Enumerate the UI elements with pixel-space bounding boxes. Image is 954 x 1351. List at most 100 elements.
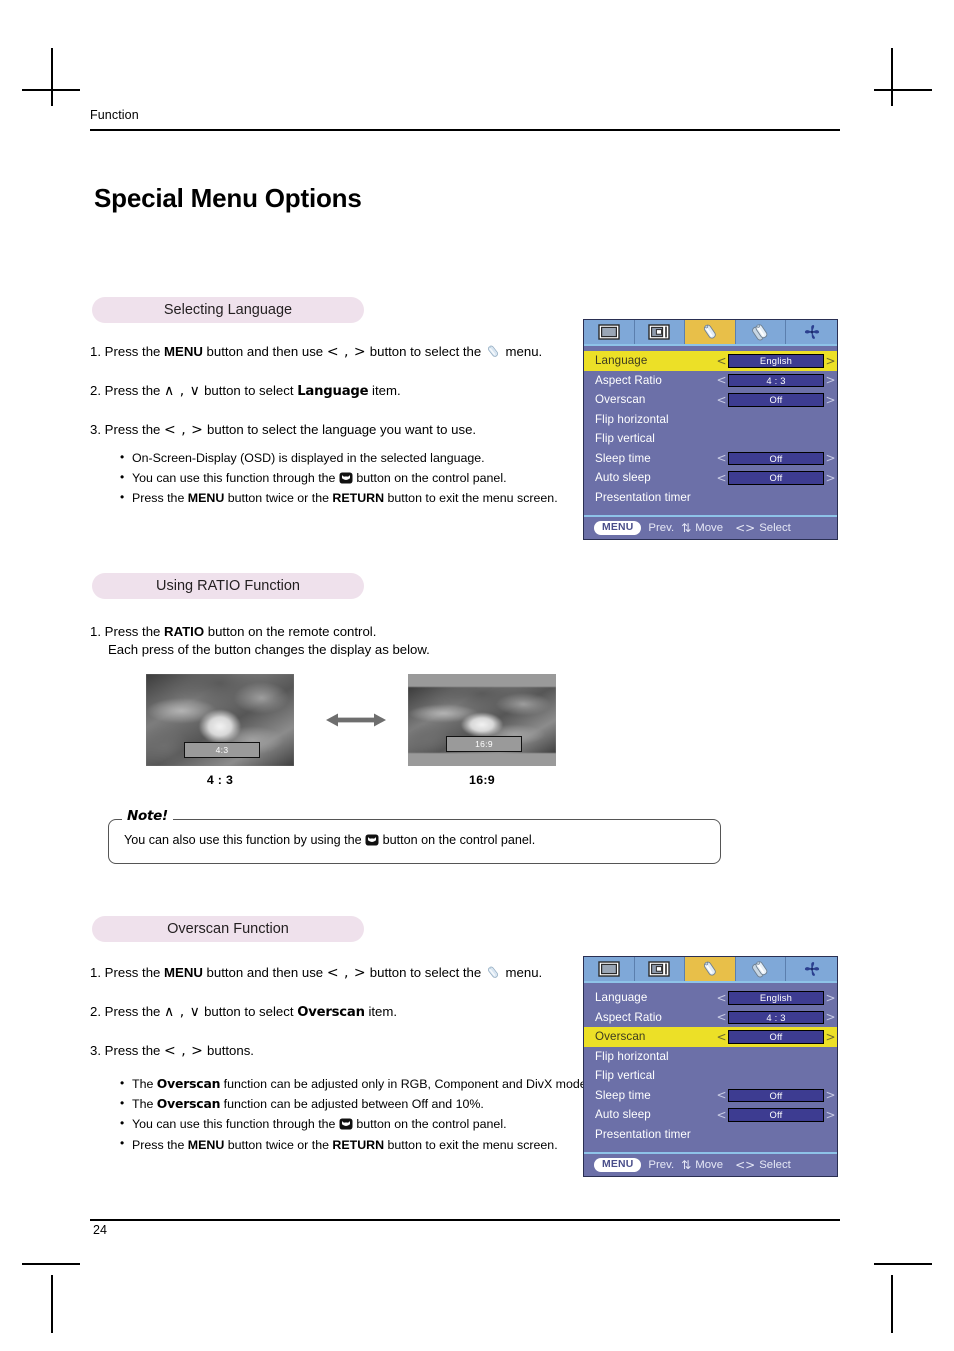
osd-value-box[interactable]: Off [728,1108,824,1122]
osd-tab-single-page[interactable] [685,320,736,344]
chevron-left-icon[interactable]: < [715,1030,728,1044]
step-number: 1. [90,624,101,639]
osd-row-aspect-ratio[interactable]: Aspect Ratio <4 : 3 > [584,371,837,391]
osd-value-box[interactable]: Off [728,1088,824,1102]
osd-select-label: Select [759,522,791,534]
chevron-right-icon[interactable]: > [824,1030,837,1044]
chevron-left-icon[interactable]: < [715,373,728,387]
control-panel-icon [339,472,353,484]
osd-row-flip-horizontal[interactable]: Flip horizontal [584,410,837,430]
osd-row-flip-vertical[interactable]: Flip vertical [584,429,837,449]
section-heading-label: Overscan Function [167,921,289,937]
osd-tab-pinwheel[interactable] [786,320,837,344]
bullet-text: button twice or the [224,491,333,506]
osd-row-sleep-time[interactable]: Sleep time < Off > [584,1086,837,1106]
osd-value-control: < Off > [715,1030,837,1044]
chevron-left-icon[interactable]: < [715,1010,728,1024]
bullet-text: You can use this function through the [132,1117,339,1132]
osd-value-box[interactable]: English [728,991,824,1005]
osd-row-label: Language [595,354,648,368]
step-text: Press the [104,1043,165,1058]
osd-row-label: Aspect Ratio [595,373,662,387]
osd-row-presentation-timer[interactable]: Presentation timer [584,1125,837,1145]
osd-tab-screen[interactable] [584,957,635,981]
osd-row-flip-vertical[interactable]: Flip vertical [584,1066,837,1086]
osd-row-sleep-time[interactable]: Sleep time < Off > [584,449,837,469]
osd-row-auto-sleep[interactable]: Auto sleep < Off > [584,1105,837,1125]
osd-tab-multi-page[interactable] [735,320,787,344]
osd-value-box[interactable]: Off [728,451,824,465]
osd-value-control: < Off > [715,471,837,485]
osd-row-list: Language < English > Aspect Ratio <4 : 3 > Over… [584,346,837,513]
osd-row-presentation-timer[interactable]: Presentation timer [584,488,837,508]
chevron-left-icon[interactable]: < [715,991,728,1005]
osd-value-box[interactable]: English [728,354,824,368]
pinwheel-icon [802,960,822,978]
ratio-badge-label: 4:3 [215,745,229,755]
osd-row-label: Overscan [595,1030,646,1044]
bullet-text: function can be adjusted between Off and… [220,1097,484,1112]
chevron-left-icon[interactable]: < [715,393,728,407]
osd-tab-single-page[interactable] [685,957,736,981]
step-text: button to select [200,383,298,398]
chevron-left-icon[interactable]: < [715,451,728,465]
overscan-bullets: The Overscan function can be adjusted on… [120,1073,602,1155]
left-right-arrow-icon: <> [735,521,756,535]
osd-row-label: Flip vertical [595,432,655,446]
single-page-icon [699,323,721,341]
osd-row-label: Presentation timer [595,1127,691,1141]
osd-row-language[interactable]: Language < English > [584,988,837,1008]
osd-row-overscan[interactable]: Overscan < Off > [584,1027,837,1047]
osd-value-box[interactable]: 4 : 3 [728,373,824,387]
osd-menu-language[interactable]: Language < English > Aspect Ratio <4 : 3 > Over… [583,319,838,540]
osd-tab-screen[interactable] [584,320,635,344]
osd-prev-label: Prev. [648,522,675,534]
chevron-right-icon[interactable]: > [824,471,837,485]
osd-row-overscan[interactable]: Overscan < Off > [584,390,837,410]
osd-menu-overscan[interactable]: Language < English > Aspect Ratio <4 : 3 > Over… [583,956,838,1177]
chevron-left-icon[interactable]: < [715,471,728,485]
osd-tab-pip-screen[interactable] [634,957,686,981]
bullet-item: On-Screen-Display (OSD) is displayed in … [120,447,558,468]
osd-row-aspect-ratio[interactable]: Aspect Ratio <4 : 3 > [584,1008,837,1028]
step-text: Press the [104,344,165,359]
chevron-right-icon[interactable]: > [824,1108,837,1122]
bullet-text: button on the control panel. [352,1117,507,1132]
chevron-right-icon[interactable]: > [824,393,837,407]
osd-row-language[interactable]: Language < English > [584,351,837,371]
osd-value-box[interactable]: Off [728,393,824,407]
chevron-left-icon[interactable]: < [715,1088,728,1102]
osd-menu-pill[interactable]: MENU [594,1157,642,1173]
double-arrow-icon [325,711,387,734]
osd-value-control: < Off > [715,451,837,465]
ratio-step-1: 1. Press the RATIO button on the remote … [90,623,430,659]
osd-value-box[interactable]: Off [728,471,824,485]
chevron-left-icon[interactable]: < [715,354,728,368]
osd-tab-multi-page[interactable] [735,957,787,981]
chevron-right-icon[interactable]: > [824,1010,837,1024]
overscan-step-1: 1. Press the MENU button and then use < … [90,964,542,983]
up-down-arrow-icon: ⇅ [681,1158,692,1172]
chevron-right-icon[interactable]: > [824,1088,837,1102]
osd-menu-pill[interactable]: MENU [594,520,642,536]
page-number: 24 [93,1223,107,1237]
pip-screen-icon [648,324,671,340]
chevron-left-icon[interactable]: < [715,1108,728,1122]
osd-tab-pinwheel[interactable] [786,957,837,981]
chevron-right-icon[interactable]: > [824,991,837,1005]
osd-row-auto-sleep[interactable]: Auto sleep < Off > [584,468,837,488]
language-step-1: 1. Press the MENU button and then use < … [90,343,542,362]
chevron-right-icon[interactable]: > [824,451,837,465]
menu-button-word: MENU [187,1137,225,1152]
chevron-right-icon[interactable]: > [824,354,837,368]
osd-tab-pip-screen[interactable] [634,320,686,344]
step-text: button to select the language you want t… [203,422,477,437]
osd-value-box[interactable]: 4 : 3 [728,1010,824,1024]
osd-value-box[interactable]: Off [728,1030,824,1044]
chevron-right-icon[interactable]: > [824,373,837,387]
menu-button-word: MENU [187,491,225,506]
osd-tab-bar [584,320,837,346]
osd-row-flip-horizontal[interactable]: Flip horizontal [584,1047,837,1067]
osd-row-label: Aspect Ratio [595,1010,662,1024]
ratio-badge-4-3: 4:3 [184,742,260,758]
